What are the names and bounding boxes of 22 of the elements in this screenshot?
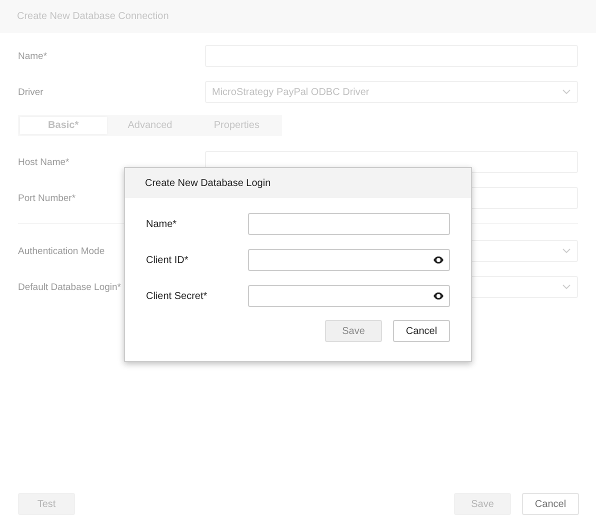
- chevron-down-icon: [562, 248, 571, 254]
- chevron-down-icon: [562, 89, 571, 95]
- password-field[interactable]: [248, 249, 450, 271]
- tab[interactable]: Basic*: [20, 117, 107, 134]
- field-label: Port Number*: [18, 192, 77, 204]
- field-label: Host Name*: [18, 156, 70, 168]
- field-label: Name*: [18, 50, 48, 62]
- footer-button[interactable]: Cancel: [522, 493, 579, 515]
- driver-dropdown[interactable]: MicroStrategy PayPal ODBC Driver: [205, 81, 578, 103]
- field-label: Client ID*: [146, 254, 190, 266]
- chevron-down-icon: [562, 284, 571, 290]
- password-field[interactable]: [248, 285, 450, 307]
- dialog-button[interactable]: Cancel: [393, 320, 450, 342]
- eye-icon[interactable]: [433, 256, 444, 264]
- field-label: Default Database Login*: [18, 282, 122, 292]
- input-field[interactable]: [248, 213, 450, 235]
- field-label: Authentication Mode: [18, 246, 106, 256]
- dialog-title: Create New Database Login: [145, 178, 271, 188]
- field-label: Driver: [18, 86, 44, 98]
- eye-icon[interactable]: [433, 292, 444, 300]
- field-label: Client Secret*: [146, 290, 208, 302]
- field-label: Name*: [146, 218, 178, 230]
